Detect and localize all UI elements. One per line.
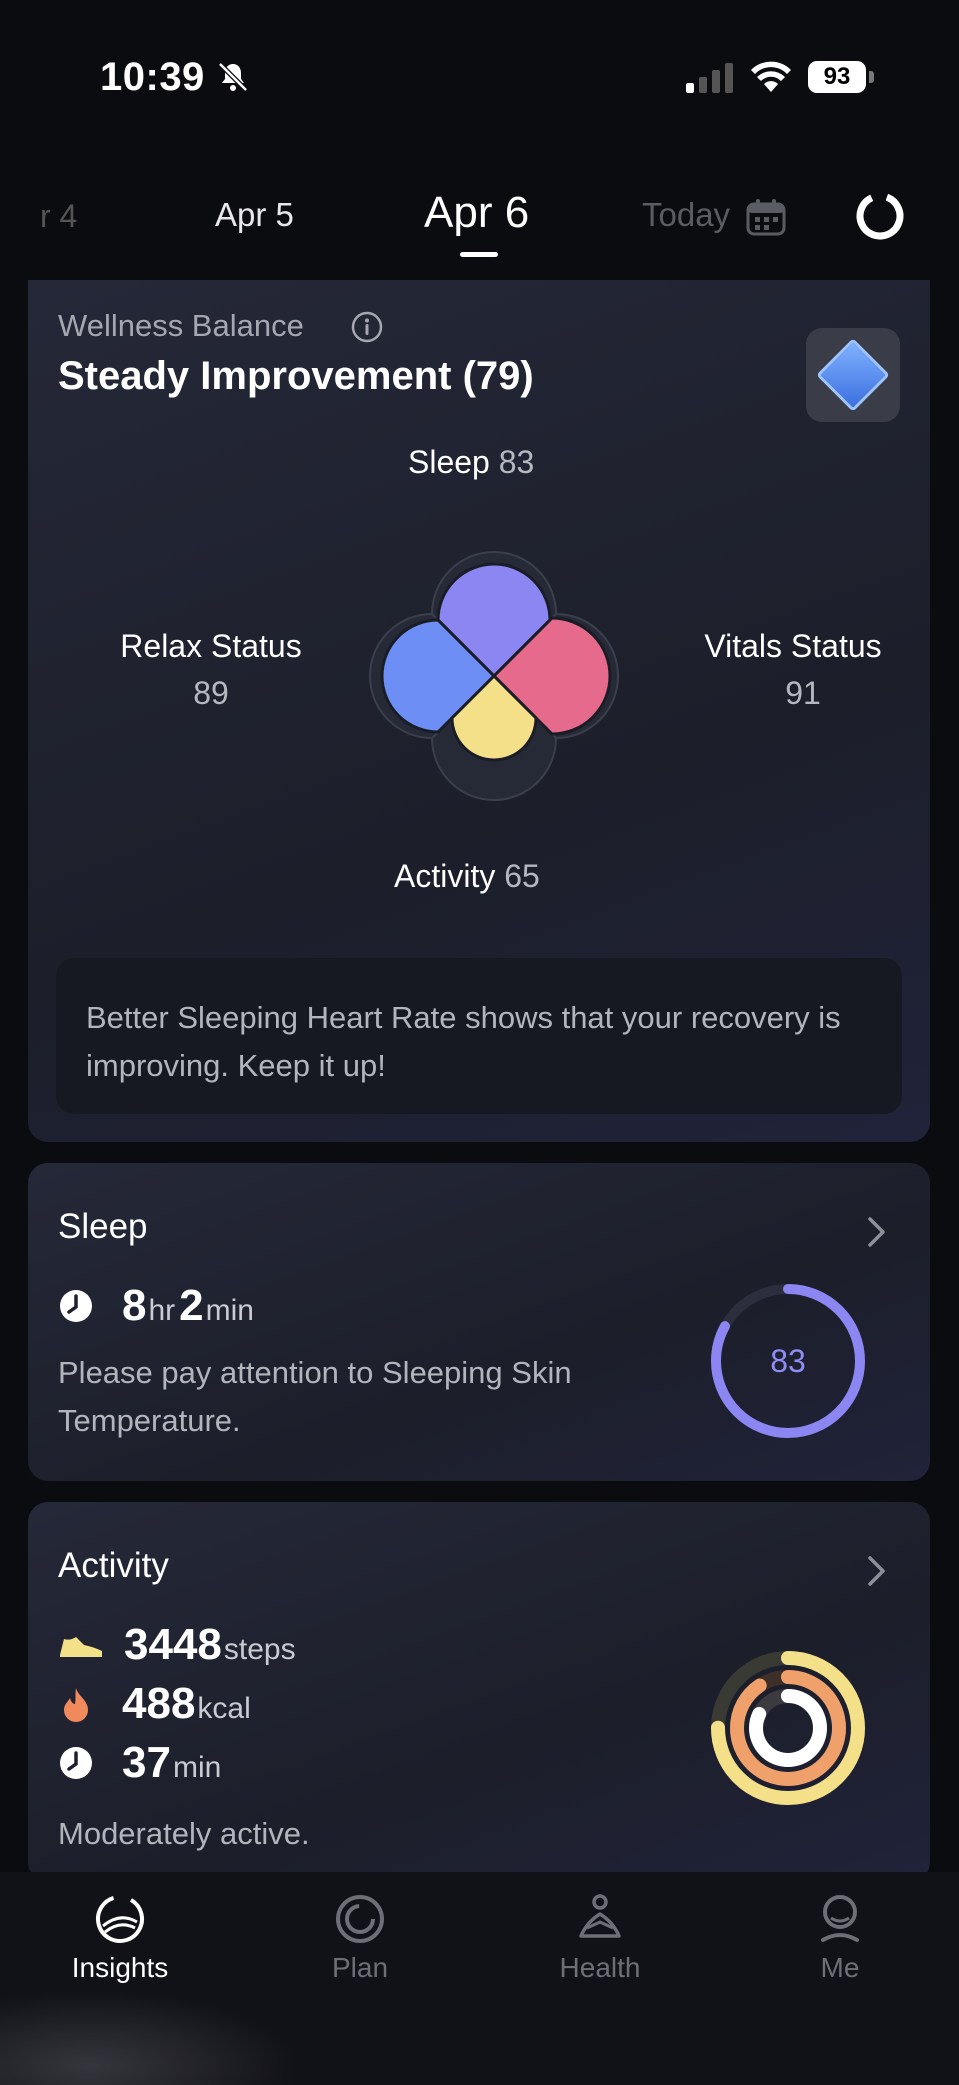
clock-icon: [60, 1747, 92, 1779]
date-tab-current[interactable]: Apr 6: [424, 188, 529, 238]
sneaker-icon: [60, 1637, 102, 1657]
sleep-score-value: 83: [770, 1342, 806, 1379]
sleep-hours-unit: hr: [148, 1294, 176, 1327]
date-tab-today[interactable]: Today: [642, 196, 730, 234]
activity-card[interactable]: Activity 3448 steps 488 kcal 37 min Mode…: [28, 1502, 930, 1882]
tab-me-label: Me: [820, 1952, 860, 1983]
status-bar: 10:39 93: [0, 0, 959, 150]
wellness-balance-card[interactable]: Wellness Balance Steady Improvement (79)…: [28, 280, 930, 1142]
battery-level: 93: [808, 61, 866, 93]
sleep-card-title: Sleep: [58, 1207, 148, 1246]
tab-plan-label: Plan: [331, 1952, 389, 1983]
tab-me[interactable]: Me: [740, 1892, 940, 1984]
wellness-title: Steady Improvement (79): [58, 354, 534, 398]
relax-petal-value: 89: [193, 675, 229, 711]
health-icon: [579, 1894, 621, 1938]
active-minutes-unit: min: [172, 1751, 222, 1784]
calories-unit: kcal: [197, 1692, 251, 1725]
activity-rings: [711, 1651, 865, 1805]
flame-icon: [64, 1688, 88, 1722]
info-icon[interactable]: [350, 310, 384, 344]
wifi-icon: [751, 61, 791, 92]
insights-icon: [96, 1895, 144, 1943]
home-indicator-glow: [0, 1990, 300, 2085]
insight-message: Better Sleeping Heart Rate shows that yo…: [86, 1000, 841, 1083]
tab-plan[interactable]: Plan: [260, 1892, 460, 1984]
diamond-badge-icon: [816, 338, 890, 412]
sleep-duration-row: 8 hr 2 min: [58, 1281, 258, 1331]
sleep-petal-name: Sleep: [408, 444, 490, 480]
wellness-subtitle: Wellness Balance: [58, 308, 304, 343]
wellness-flower-chart: [369, 551, 619, 801]
sleep-minutes-unit: min: [205, 1294, 254, 1327]
activity-petal-label: Activity 65: [394, 858, 540, 895]
vitals-petal-label: Vitals Status: [704, 628, 882, 664]
sleep-score-ring: 83: [708, 1281, 868, 1441]
vitals-petal-value: 91: [785, 675, 821, 711]
date-tab-prev2[interactable]: r 4: [40, 198, 77, 235]
activity-petal-name: Activity: [394, 858, 496, 894]
steps-unit: steps: [223, 1633, 296, 1666]
calories-value: 488: [122, 1679, 196, 1728]
tab-health-label: Health: [559, 1952, 641, 1983]
sleep-petal-label: Sleep 83: [408, 444, 534, 481]
calendar-icon[interactable]: [746, 198, 786, 236]
status-time: 10:39: [100, 55, 205, 99]
tab-health[interactable]: Health: [500, 1892, 700, 1984]
relax-petal-label: Relax Status: [120, 628, 302, 664]
tab-insights-label: Insights: [71, 1952, 169, 1983]
bell-muted-icon: [218, 62, 248, 92]
chevron-right-icon[interactable]: [862, 1554, 890, 1588]
date-current-indicator: [460, 252, 498, 257]
ring-sync-icon[interactable]: [854, 190, 906, 242]
activity-petal-value: 65: [504, 858, 540, 894]
steps-value: 3448: [124, 1620, 222, 1669]
sleep-card-text: Please pay attention to Sleeping Skin Te…: [58, 1355, 572, 1438]
activity-card-text: Moderately active.: [58, 1816, 310, 1851]
battery-cap: [869, 71, 874, 83]
plan-icon: [336, 1895, 384, 1943]
active-minutes-value: 37: [122, 1738, 171, 1787]
chevron-right-icon[interactable]: [862, 1215, 890, 1249]
cellular-signal-icon: [686, 63, 733, 93]
activity-card-title: Activity: [58, 1546, 169, 1585]
sleep-petal-value: 83: [498, 444, 535, 480]
sleep-minutes: 2: [179, 1281, 204, 1330]
sleep-card[interactable]: Sleep 8 hr 2 min Please pay attention to…: [28, 1163, 930, 1481]
sleep-hours: 8: [122, 1281, 147, 1330]
date-tab-prev[interactable]: Apr 5: [215, 196, 294, 234]
active-minutes-row: 37 min: [58, 1738, 225, 1788]
date-navigator: r 4 Apr 5 Apr 6 Today: [0, 170, 959, 270]
calories-row: 488 kcal: [58, 1679, 255, 1729]
tab-insights[interactable]: Insights: [20, 1892, 220, 1984]
clock-icon: [60, 1290, 92, 1322]
achievement-badge[interactable]: [806, 328, 900, 422]
me-icon: [821, 1895, 859, 1942]
steps-row: 3448 steps: [58, 1620, 300, 1670]
insight-message-box: Better Sleeping Heart Rate shows that yo…: [56, 958, 902, 1114]
battery-indicator: 93: [808, 61, 874, 95]
